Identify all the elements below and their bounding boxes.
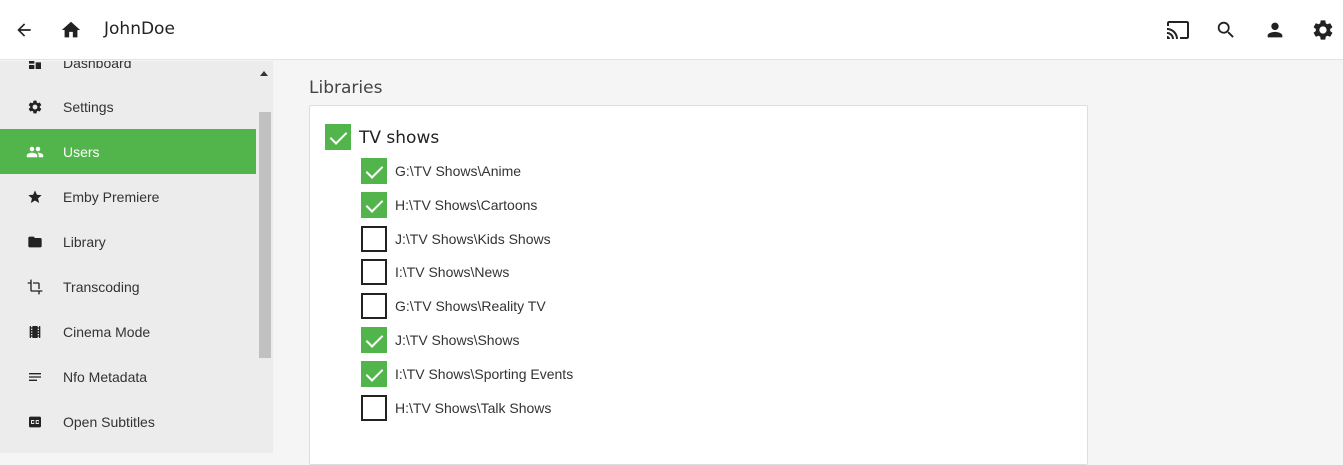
people-icon	[26, 143, 44, 161]
sidebar-item-label: Cinema Mode	[63, 323, 151, 340]
section-title: Libraries	[309, 78, 383, 98]
sidebar-item-label: Dashboard	[63, 61, 132, 71]
library-label: I:\TV Shows\News	[395, 264, 510, 280]
checkbox-tv-shows[interactable]	[325, 124, 351, 150]
gear-icon[interactable]	[1307, 14, 1339, 46]
checkbox-library[interactable]	[361, 192, 387, 218]
sidebar-item-label: Emby Premiere	[63, 188, 160, 205]
sidebar-item-library[interactable]: Library	[0, 219, 256, 264]
group-label-tv-shows: TV shows	[359, 128, 440, 148]
cast-icon[interactable]	[1162, 14, 1194, 46]
checkbox-library[interactable]	[361, 395, 387, 421]
person-icon[interactable]	[1259, 14, 1291, 46]
cc-icon	[26, 413, 44, 431]
library-label: H:\TV Shows\Cartoons	[395, 197, 538, 213]
film-icon	[26, 323, 44, 341]
checkbox-library[interactable]	[361, 293, 387, 319]
sidebar-item-open-subtitles[interactable]: Open Subtitles	[0, 399, 256, 444]
page-title: JohnDoe	[104, 19, 175, 39]
top-bar: JohnDoe	[0, 0, 1343, 60]
sidebar-item-transcoding[interactable]: Transcoding	[0, 264, 256, 309]
back-arrow-icon[interactable]	[8, 14, 40, 46]
sidebar-item-label: Users	[63, 143, 100, 160]
sidebar-item-label: Settings	[63, 98, 114, 115]
checkbox-library[interactable]	[361, 361, 387, 387]
library-label: J:\TV Shows\Kids Shows	[395, 231, 551, 247]
sidebar-item-label: Transcoding	[63, 278, 140, 295]
sidebar-item-users[interactable]: Users	[0, 129, 256, 174]
dashboard-icon	[26, 61, 44, 72]
library-label: H:\TV Shows\Talk Shows	[395, 400, 552, 416]
checkbox-library[interactable]	[361, 226, 387, 252]
sidebar-item-nfo-metadata[interactable]: Nfo Metadata	[0, 354, 256, 399]
sidebar-item-settings[interactable]: Settings	[0, 84, 256, 129]
scrollbar-thumb[interactable]	[259, 112, 271, 358]
sidebar-item-label: Nfo Metadata	[63, 368, 148, 385]
search-icon[interactable]	[1210, 14, 1242, 46]
library-label: G:\TV Shows\Reality TV	[395, 298, 546, 314]
crop-icon	[26, 278, 44, 296]
library-label: J:\TV Shows\Shows	[395, 332, 520, 348]
sidebar-item-label: Open Subtitles	[63, 413, 155, 430]
sidebar-item-dashboard[interactable]: Dashboard	[0, 61, 256, 85]
checkbox-library[interactable]	[361, 158, 387, 184]
library-label: I:\TV Shows\Sporting Events	[395, 366, 574, 382]
checkbox-library[interactable]	[361, 259, 387, 285]
library-label: G:\TV Shows\Anime	[395, 163, 522, 179]
gear-icon	[26, 98, 44, 116]
sidebar-item-cinema-mode[interactable]: Cinema Mode	[0, 309, 256, 354]
folder-icon	[26, 233, 44, 251]
sidebar-item-label: Library	[63, 233, 106, 250]
sidebar: Dashboard Settings Users Emby Premiere L…	[0, 61, 273, 453]
home-icon[interactable]	[55, 14, 87, 46]
scroll-up-arrow-icon[interactable]	[258, 67, 270, 79]
star-icon	[26, 188, 44, 206]
lines-icon	[26, 368, 44, 386]
checkbox-library[interactable]	[361, 327, 387, 353]
sidebar-item-emby-premiere[interactable]: Emby Premiere	[0, 174, 256, 219]
